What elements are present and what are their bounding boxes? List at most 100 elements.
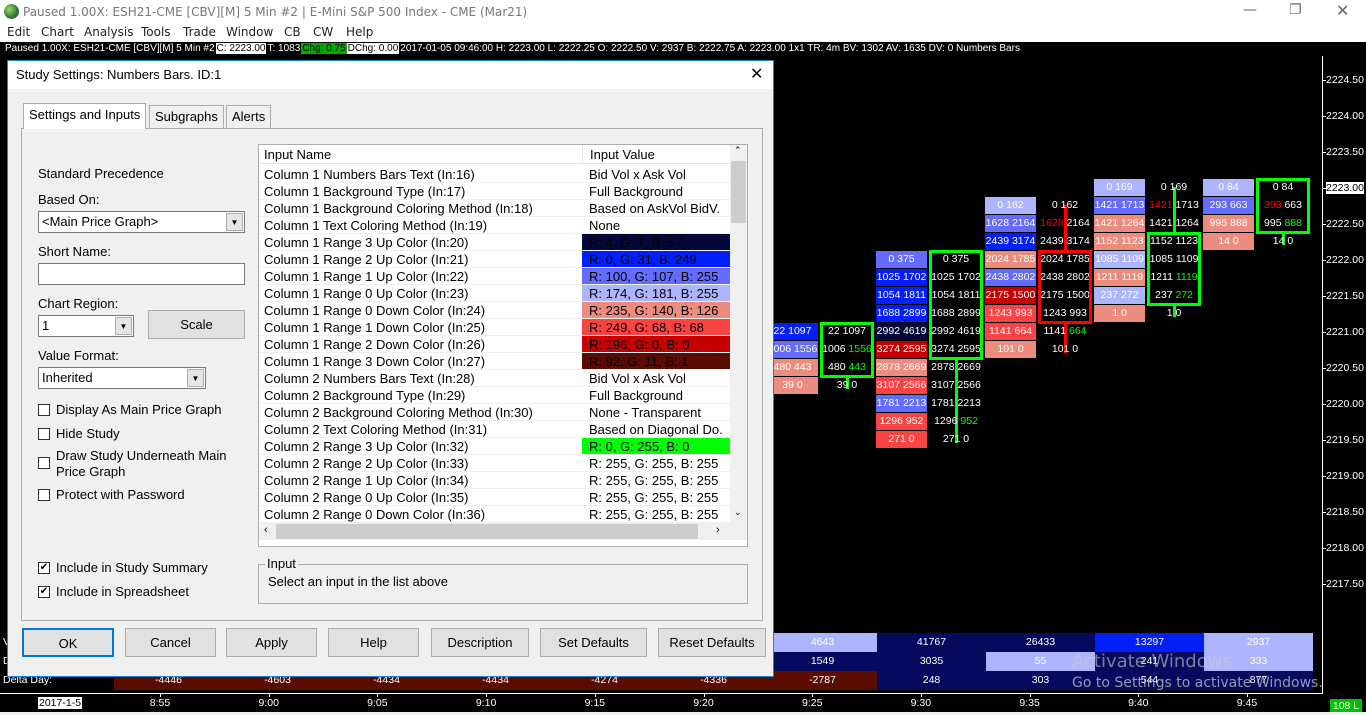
- bar-cell-text: 2439 3174: [1040, 235, 1090, 247]
- display-as-main-price-graph-checkbox[interactable]: Display As Main Price Graph: [38, 402, 221, 418]
- reset-defaults-button[interactable]: Reset Defaults: [658, 628, 766, 657]
- include-in-spreadsheet-checkbox[interactable]: ✔ Include in Spreadsheet: [38, 584, 189, 600]
- info-close: C: 2223.00: [215, 43, 267, 54]
- apply-button[interactable]: Apply: [226, 628, 317, 657]
- tab-subgraphs[interactable]: Subgraphs: [149, 105, 224, 129]
- bar-cell-colored: 39 0: [767, 377, 818, 394]
- include-in-study-summary-checkbox[interactable]: ✔ Include in Study Summary: [38, 560, 208, 576]
- input-group-label: Input: [265, 556, 298, 571]
- input-value: Based on AskVol BidV.: [589, 201, 721, 216]
- input-value: R: 92, G: 11, B: 1: [582, 353, 730, 369]
- header-input-value[interactable]: Input Value: [582, 145, 662, 164]
- list-item[interactable]: Column 1 Numbers Bars Text (In:16) Bid Vo…: [259, 166, 730, 183]
- app-globe-icon: [4, 4, 19, 19]
- list-item[interactable]: Column 1 Range 0 Down Color (In:24) R: 23…: [259, 302, 730, 319]
- scroll-up-icon[interactable]: ⌃: [734, 145, 742, 156]
- input-value: Based on Diagonal Do.: [589, 422, 723, 437]
- input-help-text: Select an input in the list above: [268, 574, 448, 589]
- input-name: Column 2 Background Type (In:29): [264, 388, 466, 403]
- menu-window[interactable]: Window: [226, 25, 273, 39]
- list-item[interactable]: Column 2 Text Coloring Method (In:31) Bas…: [259, 421, 730, 438]
- list-item[interactable]: Column 2 Background Coloring Method (In:…: [259, 404, 730, 421]
- time-label: 8:55: [149, 697, 171, 709]
- list-item[interactable]: Column 1 Background Coloring Method (In:…: [259, 200, 730, 217]
- dialog-close-button[interactable]: ✕: [750, 64, 763, 84]
- subgraph-cell: 4643: [768, 633, 877, 652]
- list-item[interactable]: Column 1 Range 0 Up Color (In:23) R: 174,…: [259, 285, 730, 302]
- bar-outline-box: [820, 322, 874, 378]
- close-window-button[interactable]: ✕: [1336, 1, 1349, 20]
- window-title: Paused 1.00X: ESH21-CME [CBV][M] 5 Min #…: [23, 5, 528, 19]
- list-item[interactable]: Column 1 Range 2 Up Color (In:21) R: 0, G…: [259, 251, 730, 268]
- time-label: 9:00: [258, 697, 279, 709]
- scroll-right-icon[interactable]: ›: [716, 524, 720, 536]
- list-item[interactable]: Column 2 Range 1 Up Color (In:34) R: 255,…: [259, 472, 730, 489]
- scroll-down-icon[interactable]: ⌄: [734, 507, 742, 518]
- scroll-left-icon[interactable]: ‹: [264, 524, 268, 536]
- list-item[interactable]: Column 1 Range 3 Down Color (In:27) R: 92…: [259, 353, 730, 370]
- list-item[interactable]: Column 1 Range 1 Down Color (In:25) R: 24…: [259, 319, 730, 336]
- list-item[interactable]: Column 2 Background Type (In:29) Full Bac…: [259, 387, 730, 404]
- list-item[interactable]: Column 2 Range 0 Down Color (In:36) R: 25…: [259, 506, 730, 523]
- menu-edit[interactable]: Edit: [7, 25, 30, 39]
- menu-trade[interactable]: Trade: [183, 25, 216, 39]
- menu-help[interactable]: Help: [346, 25, 373, 39]
- bar-cell-colored: 237 272: [1094, 287, 1145, 304]
- list-item[interactable]: Column 1 Text Coloring Method (In:19) Non…: [259, 217, 730, 234]
- input-name: Column 2 Range 1 Up Color (In:34): [264, 473, 469, 488]
- bar-cell-colored: 1152 1123: [1094, 233, 1145, 250]
- based-on-select[interactable]: <Main Price Graph> ▼: [38, 211, 245, 233]
- menu-cw[interactable]: CW: [313, 25, 333, 39]
- list-item[interactable]: Column 2 Range 3 Up Color (In:32) R: 0, G…: [259, 438, 730, 455]
- list-item[interactable]: Column 2 Range 0 Up Color (In:35) R: 255,…: [259, 489, 730, 506]
- bar-cell-colored: 1006 1556: [767, 341, 818, 358]
- description-button[interactable]: Description: [431, 628, 529, 657]
- chart-info-bar: Paused 1.00X: ESH21-CME [CBV][M] 5 Min #…: [0, 42, 1366, 55]
- cancel-button[interactable]: Cancel: [125, 628, 216, 657]
- draw-study-underneath-checkbox[interactable]: Draw Study Underneath Main Price Graph: [38, 448, 228, 480]
- bar-cell-colored: 1141 664: [985, 323, 1036, 340]
- input-value: Bid Vol x Ask Vol: [589, 167, 686, 182]
- bar-cell-colored: 14 0: [1203, 233, 1254, 250]
- horizontal-scrollbar[interactable]: ‹ ›: [259, 523, 747, 540]
- value-format-select[interactable]: Inherited ▼: [38, 367, 206, 389]
- help-button[interactable]: Help: [328, 628, 419, 657]
- list-item[interactable]: Column 1 Range 3 Up Color (In:20) R: 4, G…: [259, 234, 730, 251]
- scrollbar-thumb[interactable]: [731, 161, 746, 223]
- info-daily-change: DChg: 0.00: [346, 43, 400, 54]
- vertical-scrollbar[interactable]: ⌃ ⌄: [730, 145, 747, 523]
- menu-chart[interactable]: Chart: [41, 25, 74, 39]
- list-item[interactable]: Column 1 Range 2 Down Color (In:26) R: 19…: [259, 336, 730, 353]
- hide-study-checkbox[interactable]: Hide Study: [38, 426, 120, 442]
- set-defaults-button[interactable]: Set Defaults: [540, 628, 647, 657]
- chart-region-select[interactable]: 1 ▼: [38, 315, 134, 337]
- scrollbar-thumb[interactable]: [276, 524, 698, 539]
- menu-analysis[interactable]: Analysis: [84, 25, 133, 39]
- time-label: 9:20: [693, 697, 714, 709]
- minimize-button[interactable]: —: [1243, 2, 1257, 18]
- subgraph-cell: 544: [1095, 671, 1204, 690]
- short-name-input[interactable]: [38, 263, 245, 285]
- list-item[interactable]: Column 2 Numbers Bars Text (In:28) Bid Vo…: [259, 370, 730, 387]
- tab-alerts[interactable]: Alerts: [226, 105, 272, 129]
- bar-cell-colored: 1421 1713: [1094, 197, 1145, 214]
- menu-tools[interactable]: Tools: [141, 25, 171, 39]
- value-format-label: Value Format:: [38, 348, 119, 363]
- input-name: Column 1 Range 1 Up Color (In:22): [264, 269, 469, 284]
- menu-cb[interactable]: CB: [284, 25, 301, 39]
- list-item[interactable]: Column 1 Background Type (In:17) Full Bac…: [259, 183, 730, 200]
- bar-cell-text: 1296 952: [934, 415, 978, 427]
- restore-button[interactable]: ❐: [1289, 2, 1302, 18]
- tab-settings-and-inputs[interactable]: Settings and Inputs: [23, 103, 147, 129]
- ok-button[interactable]: OK: [22, 628, 114, 657]
- list-item[interactable]: Column 1 Range 1 Up Color (In:22) R: 100,…: [259, 268, 730, 285]
- bar-cell-colored: 0 84: [1203, 179, 1254, 196]
- list-item[interactable]: Column 2 Range 2 Up Color (In:33) R: 255,…: [259, 455, 730, 472]
- scale-button[interactable]: Scale: [148, 310, 245, 339]
- bar-outline-box: [1038, 250, 1092, 324]
- status-badge: 108 L: [1330, 699, 1362, 713]
- input-name: Column 2 Text Coloring Method (In:31): [264, 422, 488, 437]
- protect-with-password-checkbox[interactable]: Protect with Password: [38, 487, 185, 503]
- price-label: 2218.50: [1326, 506, 1364, 518]
- header-input-name[interactable]: Input Name: [264, 147, 331, 162]
